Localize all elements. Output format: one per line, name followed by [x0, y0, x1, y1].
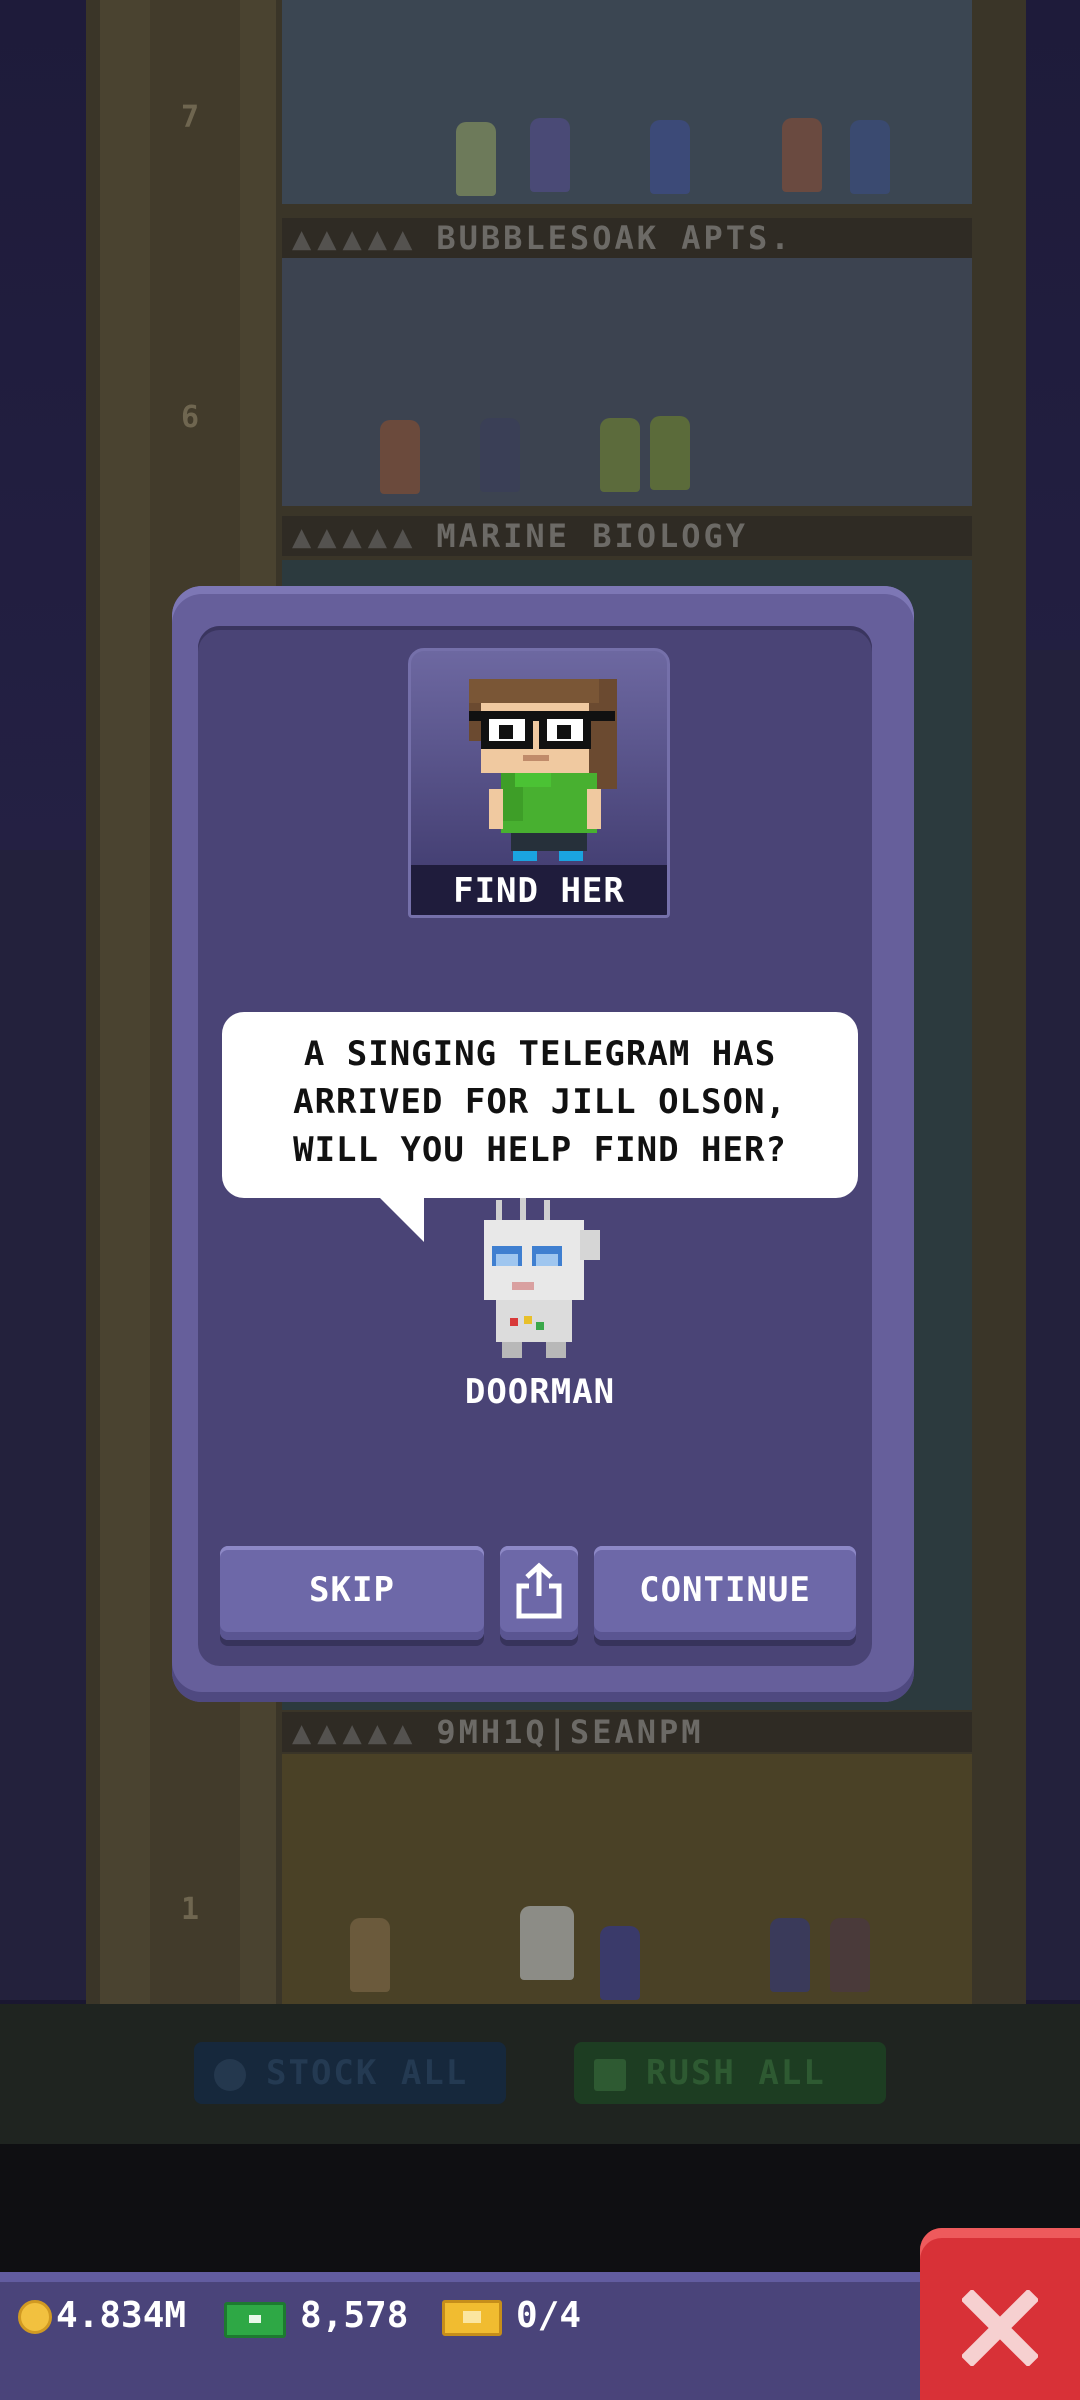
- bitizen-portrait: FIND HER: [408, 648, 670, 918]
- floor-name-text: 9MH1Q|SEANPM: [436, 1713, 704, 1751]
- tower-bux-amount: 8,578: [300, 2295, 409, 2336]
- coin-icon: [18, 2300, 52, 2334]
- continue-button[interactable]: CONTINUE: [594, 1546, 856, 1640]
- coins-amount: 4.834M: [56, 2295, 187, 2336]
- close-icon: [962, 2290, 1038, 2366]
- floor-stars: ▲▲▲▲▲: [292, 517, 419, 555]
- tower-bux-icon: [224, 2302, 286, 2338]
- bitizen[interactable]: [650, 120, 690, 194]
- floor-name-text: BUBBLESOAK APTS.: [436, 219, 793, 257]
- stock-icon: [214, 2058, 246, 2091]
- bitizen[interactable]: [380, 420, 420, 494]
- doorman-bitizen[interactable]: [520, 1906, 574, 1980]
- underground: [0, 2144, 1080, 2272]
- vip-ticket-count: 0/4: [516, 2295, 582, 2336]
- bitizen[interactable]: [480, 418, 520, 492]
- speech-bubble-tail: [378, 1196, 424, 1242]
- bitizen[interactable]: [850, 120, 890, 194]
- stock-all-button[interactable]: STOCK ALL: [194, 2042, 506, 2104]
- find-her-caption: FIND HER: [411, 865, 667, 915]
- ticket-inner-mark: [463, 2311, 481, 2323]
- bitizen[interactable]: [830, 1918, 870, 1992]
- speaker-name: DOORMAN: [464, 1372, 616, 1412]
- share-button[interactable]: [500, 1546, 578, 1640]
- bitizen[interactable]: [456, 122, 496, 196]
- ground-bar: [0, 2004, 1080, 2144]
- doorman-robot-icon: [484, 1198, 600, 1358]
- floor-number: 6: [180, 400, 200, 435]
- bitizen[interactable]: [530, 118, 570, 192]
- skip-button[interactable]: SKIP: [220, 1546, 484, 1640]
- bitizen[interactable]: [770, 1918, 810, 1992]
- rush-icon: [594, 2058, 626, 2091]
- game-screen: 7 ▲▲▲▲▲ BUBBLESOAK APTS. 6 ▲▲▲▲▲ MARINE BI…: [0, 0, 1080, 2400]
- floor-name-text: MARINE BIOLOGY: [436, 517, 749, 555]
- floor-name-label: ▲▲▲▲▲ 9MH1Q|SEANPM: [282, 1712, 972, 1752]
- jill-olson-avatar: [469, 679, 617, 861]
- bitizen[interactable]: [600, 1926, 640, 2000]
- rush-all-label: RUSH ALL: [646, 2053, 826, 2093]
- telegram-message: A SINGING TELEGRAM HAS ARRIVED FOR JILL …: [293, 1034, 787, 1170]
- floor-name-label: ▲▲▲▲▲ MARINE BIOLOGY: [282, 516, 972, 556]
- bux-inner-mark: [249, 2315, 261, 2323]
- floor-name-label: ▲▲▲▲▲ BUBBLESOAK APTS.: [282, 218, 972, 258]
- bitizen[interactable]: [350, 1918, 390, 1992]
- stock-all-label: STOCK ALL: [266, 2053, 469, 2093]
- bitizen[interactable]: [600, 418, 640, 492]
- floor-stars: ▲▲▲▲▲: [292, 1713, 419, 1751]
- close-button[interactable]: [920, 2228, 1080, 2400]
- bitizen[interactable]: [650, 416, 690, 490]
- floor-number: 1: [180, 1892, 200, 1927]
- rush-all-button[interactable]: RUSH ALL: [574, 2042, 886, 2104]
- share-icon: [516, 1562, 562, 1619]
- bitizen[interactable]: [782, 118, 822, 192]
- vip-ticket-icon: [442, 2300, 502, 2336]
- floor-number: 7: [180, 100, 200, 135]
- floor-stars: ▲▲▲▲▲: [292, 219, 419, 257]
